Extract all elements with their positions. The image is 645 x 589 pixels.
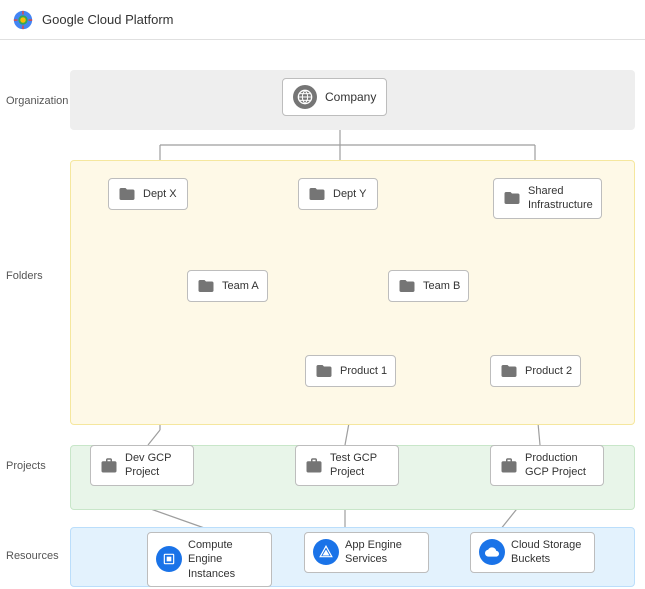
- folder-icon-product-1: [314, 361, 334, 381]
- cloud-storage-icon: [479, 539, 505, 565]
- node-test-gcp: Test GCP Project: [295, 445, 399, 486]
- node-dept-y: Dept Y: [298, 178, 378, 210]
- folder-icon-dept-y: [307, 184, 327, 204]
- team-b-label: Team B: [423, 280, 460, 292]
- app-engine-label: App Engine Services: [345, 538, 420, 567]
- product-2-label: Product 2: [525, 365, 572, 377]
- folder-icon-dept-x: [117, 184, 137, 204]
- app-engine-icon: [313, 539, 339, 565]
- header: Google Cloud Platform: [0, 0, 645, 40]
- node-compute-engine: Compute Engine Instances: [147, 532, 272, 587]
- briefcase-icon-test: [304, 455, 324, 475]
- label-projects: Projects: [6, 460, 46, 472]
- folder-icon-team-a: [196, 276, 216, 296]
- company-label: Company: [325, 90, 376, 104]
- folder-icon-product-2: [499, 361, 519, 381]
- node-cloud-storage: Cloud Storage Buckets: [470, 532, 595, 573]
- dev-gcp-label: Dev GCP Project: [125, 451, 185, 480]
- label-folders: Folders: [6, 270, 43, 282]
- node-product-2: Product 2: [490, 355, 581, 387]
- test-gcp-label: Test GCP Project: [330, 451, 390, 480]
- diagram: Organization Folders Projects Resources …: [0, 40, 645, 589]
- label-organization: Organization: [6, 95, 68, 107]
- node-dept-x: Dept X: [108, 178, 188, 210]
- node-team-a: Team A: [187, 270, 268, 302]
- globe-icon: [293, 85, 317, 109]
- node-company: Company: [282, 78, 387, 116]
- prod-gcp-label: Production GCP Project: [525, 451, 595, 480]
- product-1-label: Product 1: [340, 365, 387, 377]
- briefcase-icon-dev: [99, 455, 119, 475]
- briefcase-icon-prod: [499, 455, 519, 475]
- folder-icon-shared: [502, 188, 522, 208]
- gcp-title: Google Cloud Platform: [42, 12, 174, 27]
- node-team-b: Team B: [388, 270, 469, 302]
- team-a-label: Team A: [222, 280, 259, 292]
- compute-engine-label: Compute Engine Instances: [188, 538, 263, 581]
- node-prod-gcp: Production GCP Project: [490, 445, 604, 486]
- cloud-storage-label: Cloud Storage Buckets: [511, 538, 586, 567]
- shared-infra-label: Shared Infrastructure: [528, 184, 593, 213]
- node-shared-infra: Shared Infrastructure: [493, 178, 602, 219]
- label-resources: Resources: [6, 550, 59, 562]
- gcp-logo: Google Cloud Platform: [12, 9, 174, 31]
- dept-x-label: Dept X: [143, 188, 177, 200]
- node-dev-gcp: Dev GCP Project: [90, 445, 194, 486]
- compute-engine-icon: [156, 546, 182, 572]
- node-app-engine: App Engine Services: [304, 532, 429, 573]
- folder-icon-team-b: [397, 276, 417, 296]
- dept-y-label: Dept Y: [333, 188, 366, 200]
- gcp-logo-icon: [12, 9, 34, 31]
- node-product-1: Product 1: [305, 355, 396, 387]
